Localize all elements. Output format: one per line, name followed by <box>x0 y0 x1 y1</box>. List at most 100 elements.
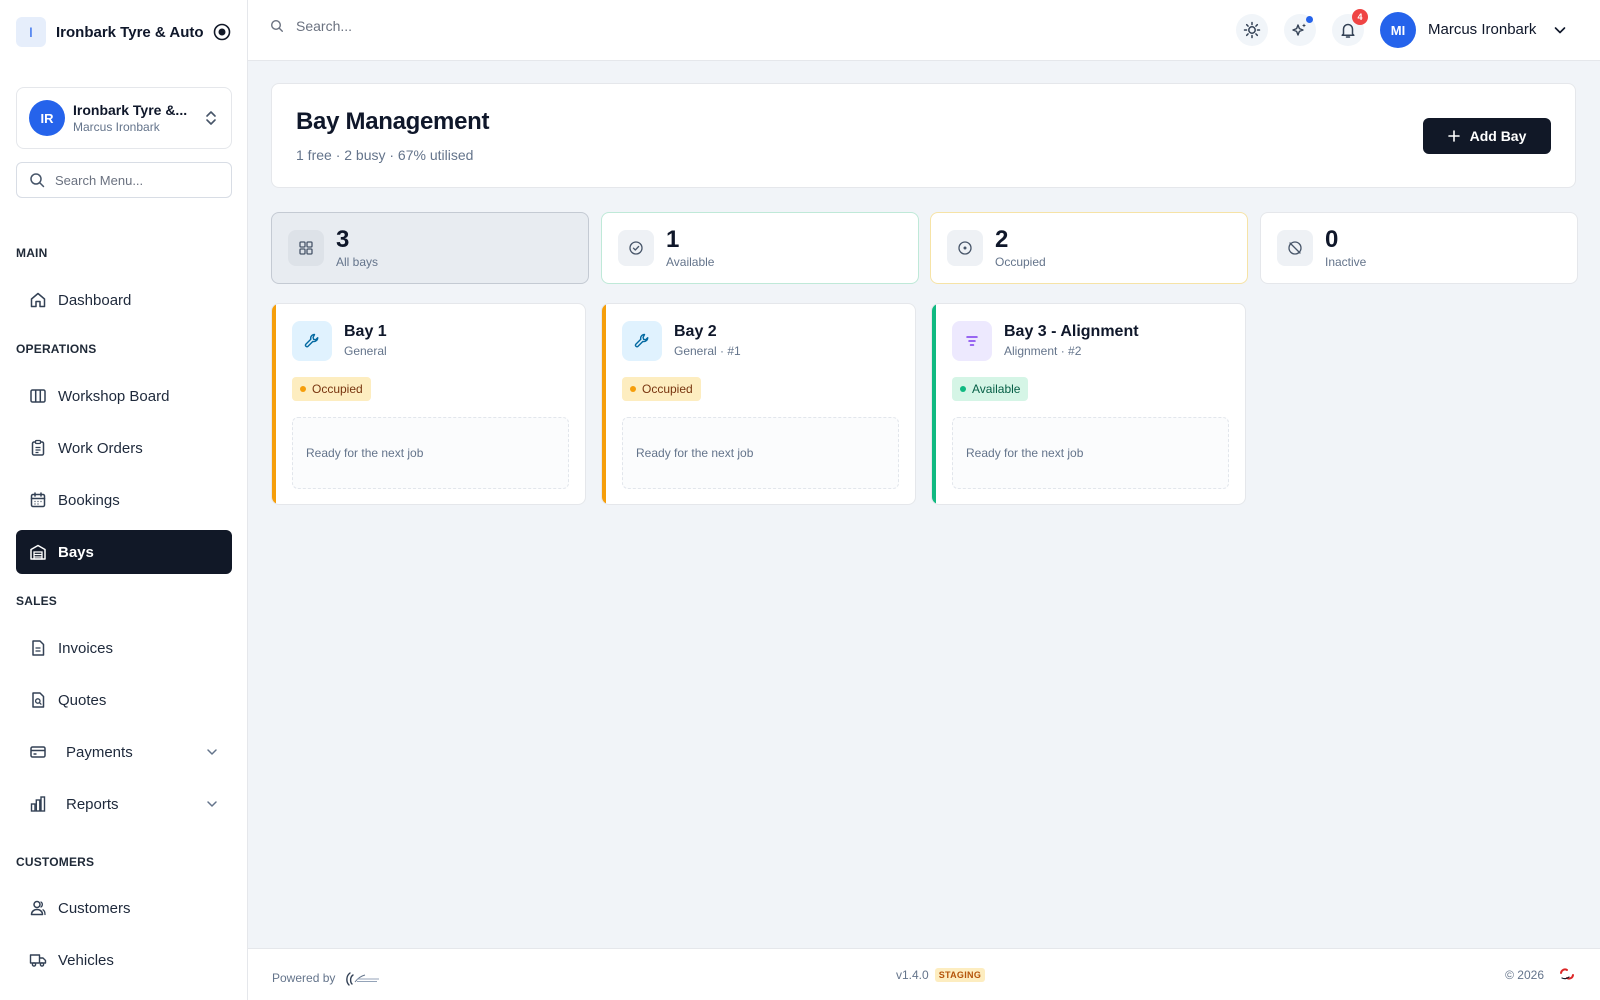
user-name[interactable]: Marcus Ironbark <box>1428 21 1536 38</box>
wrench-icon <box>292 321 332 361</box>
bay-card-1[interactable]: Bay 1 General Occupied Ready for the nex… <box>271 303 586 505</box>
bay-type: General · #1 <box>674 344 741 358</box>
section-main: MAIN <box>16 246 48 260</box>
stat-card-all[interactable]: 3 All bays <box>271 212 589 284</box>
home-icon <box>28 290 48 310</box>
sidebar-item-label: Quotes <box>58 691 107 709</box>
sidebar: I Ironbark Tyre & Auto IR Ironbark Tyre … <box>0 0 248 1000</box>
garage-icon <box>28 542 48 562</box>
sidebar-item-dashboard[interactable]: Dashboard <box>16 278 232 322</box>
add-bay-button[interactable]: Add Bay <box>1423 118 1551 154</box>
sidebar-item-vehicles[interactable]: Vehicles <box>16 938 232 982</box>
status-badge: Occupied <box>622 377 701 401</box>
sidebar-item-invoices[interactable]: Invoices <box>16 626 232 670</box>
file-text-icon <box>28 638 48 658</box>
page-subtitle: 1 free · 2 busy · 67% utilised <box>296 147 474 163</box>
columns-icon <box>28 386 48 406</box>
ai-assistant-button[interactable] <box>1284 14 1316 46</box>
sidebar-item-label: Vehicles <box>58 951 114 969</box>
stat-label: All bays <box>336 255 379 269</box>
stat-value: 0 <box>1325 226 1339 253</box>
stat-card-occupied[interactable]: 2 Occupied <box>930 212 1248 284</box>
bay-name: Bay 3 - Alignment <box>1004 323 1139 340</box>
status-badge: Occupied <box>292 377 371 401</box>
search-icon <box>29 172 45 188</box>
topbar: 4 MI Marcus Ironbark <box>248 0 1600 61</box>
bay-card-3[interactable]: Bay 3 - Alignment Alignment · #2 Availab… <box>931 303 1246 505</box>
notifications-button[interactable]: 4 <box>1332 9 1368 46</box>
grid-icon <box>288 230 324 266</box>
plus-icon <box>1447 130 1460 142</box>
sidebar-item-label: Invoices <box>58 639 114 657</box>
bay-job-slot[interactable]: Ready for the next job <box>952 417 1229 489</box>
global-search <box>270 18 596 34</box>
org-user: Marcus Ironbark <box>73 120 160 134</box>
credit-card-icon <box>28 742 48 762</box>
stat-card-available[interactable]: 1 Available <box>601 212 919 284</box>
sidebar-item-customers[interactable]: Customers <box>16 886 232 930</box>
stat-card-inactive[interactable]: 0 Inactive <box>1260 212 1578 284</box>
stat-value: 1 <box>666 226 680 253</box>
status-badge: Available <box>952 377 1029 401</box>
sidebar-item-work-orders[interactable]: Work Orders <box>16 426 232 470</box>
truck-icon <box>28 950 48 970</box>
sidebar-item-bookings[interactable]: Bookings <box>16 478 232 522</box>
bar-chart-icon <box>28 794 48 814</box>
bell-icon <box>1339 21 1357 39</box>
sidebar-item-workshop-board[interactable]: Workshop Board <box>16 374 232 418</box>
version-label: v1.4.0 <box>896 968 929 982</box>
chevron-down-icon[interactable] <box>1552 22 1568 38</box>
search-icon <box>270 19 284 33</box>
bay-type: Alignment · #2 <box>1004 344 1082 358</box>
vendor-logo-icon[interactable] <box>343 968 381 988</box>
add-bay-label: Add Bay <box>1469 128 1527 144</box>
sidebar-item-reports[interactable]: Reports <box>16 782 232 826</box>
menu-search-input[interactable] <box>55 172 215 188</box>
brand-name: Ironbark Tyre & Auto <box>56 23 204 41</box>
user-avatar[interactable]: MI <box>1380 12 1416 48</box>
theme-toggle-button[interactable] <box>1236 14 1268 46</box>
sidebar-item-label: Reports <box>66 795 119 813</box>
powered-by-label: Powered by <box>272 971 336 985</box>
org-switcher[interactable]: IR Ironbark Tyre &... Marcus Ironbark <box>16 87 232 149</box>
sidebar-item-label: Dashboard <box>58 291 132 309</box>
new-indicator-dot <box>1306 16 1313 23</box>
bay-card-2[interactable]: Bay 2 General · #1 Occupied Ready for th… <box>601 303 916 505</box>
calendar-icon <box>28 490 48 510</box>
org-name: Ironbark Tyre &... <box>73 102 188 118</box>
bay-job-slot[interactable]: Ready for the next job <box>622 417 899 489</box>
page-header: Bay Management 1 free · 2 busy · 67% uti… <box>271 83 1576 188</box>
sidebar-item-label: Payments <box>66 743 133 761</box>
bay-name: Bay 1 <box>344 323 387 340</box>
wrench-icon <box>622 321 662 361</box>
sidebar-item-label: Workshop Board <box>58 387 170 405</box>
menu-search <box>16 162 232 198</box>
sun-icon <box>1243 21 1261 39</box>
powered-by: Powered by <box>272 968 381 988</box>
stat-label: Available <box>666 255 715 269</box>
brand: I Ironbark Tyre & Auto <box>16 16 232 48</box>
copyright: © 2026 <box>1505 968 1544 982</box>
sidebar-item-label: Work Orders <box>58 439 143 457</box>
stat-label: Occupied <box>995 255 1046 269</box>
sidebar-toggle-icon[interactable] <box>212 22 232 42</box>
notification-count-badge: 4 <box>1352 9 1368 25</box>
chevron-down-icon <box>204 744 220 760</box>
stat-value: 2 <box>995 226 1009 253</box>
stat-value: 3 <box>336 226 350 253</box>
brand-mark-icon <box>1556 963 1578 985</box>
section-operations: OPERATIONS <box>16 342 97 356</box>
sidebar-item-quotes[interactable]: Quotes <box>16 678 232 722</box>
bay-job-slot[interactable]: Ready for the next job <box>292 417 569 489</box>
sidebar-item-payments[interactable]: Payments <box>16 730 232 774</box>
sidebar-item-label: Bays <box>58 543 94 561</box>
bay-name: Bay 2 <box>674 323 717 340</box>
check-circle-icon <box>618 230 654 266</box>
chevron-up-down-icon <box>203 108 219 128</box>
page-title: Bay Management <box>296 108 490 135</box>
clipboard-icon <box>28 438 48 458</box>
global-search-input[interactable] <box>296 18 596 34</box>
sidebar-item-bays[interactable]: Bays <box>16 530 232 574</box>
sparkles-icon <box>1291 21 1309 39</box>
bay-type: General <box>344 344 387 358</box>
